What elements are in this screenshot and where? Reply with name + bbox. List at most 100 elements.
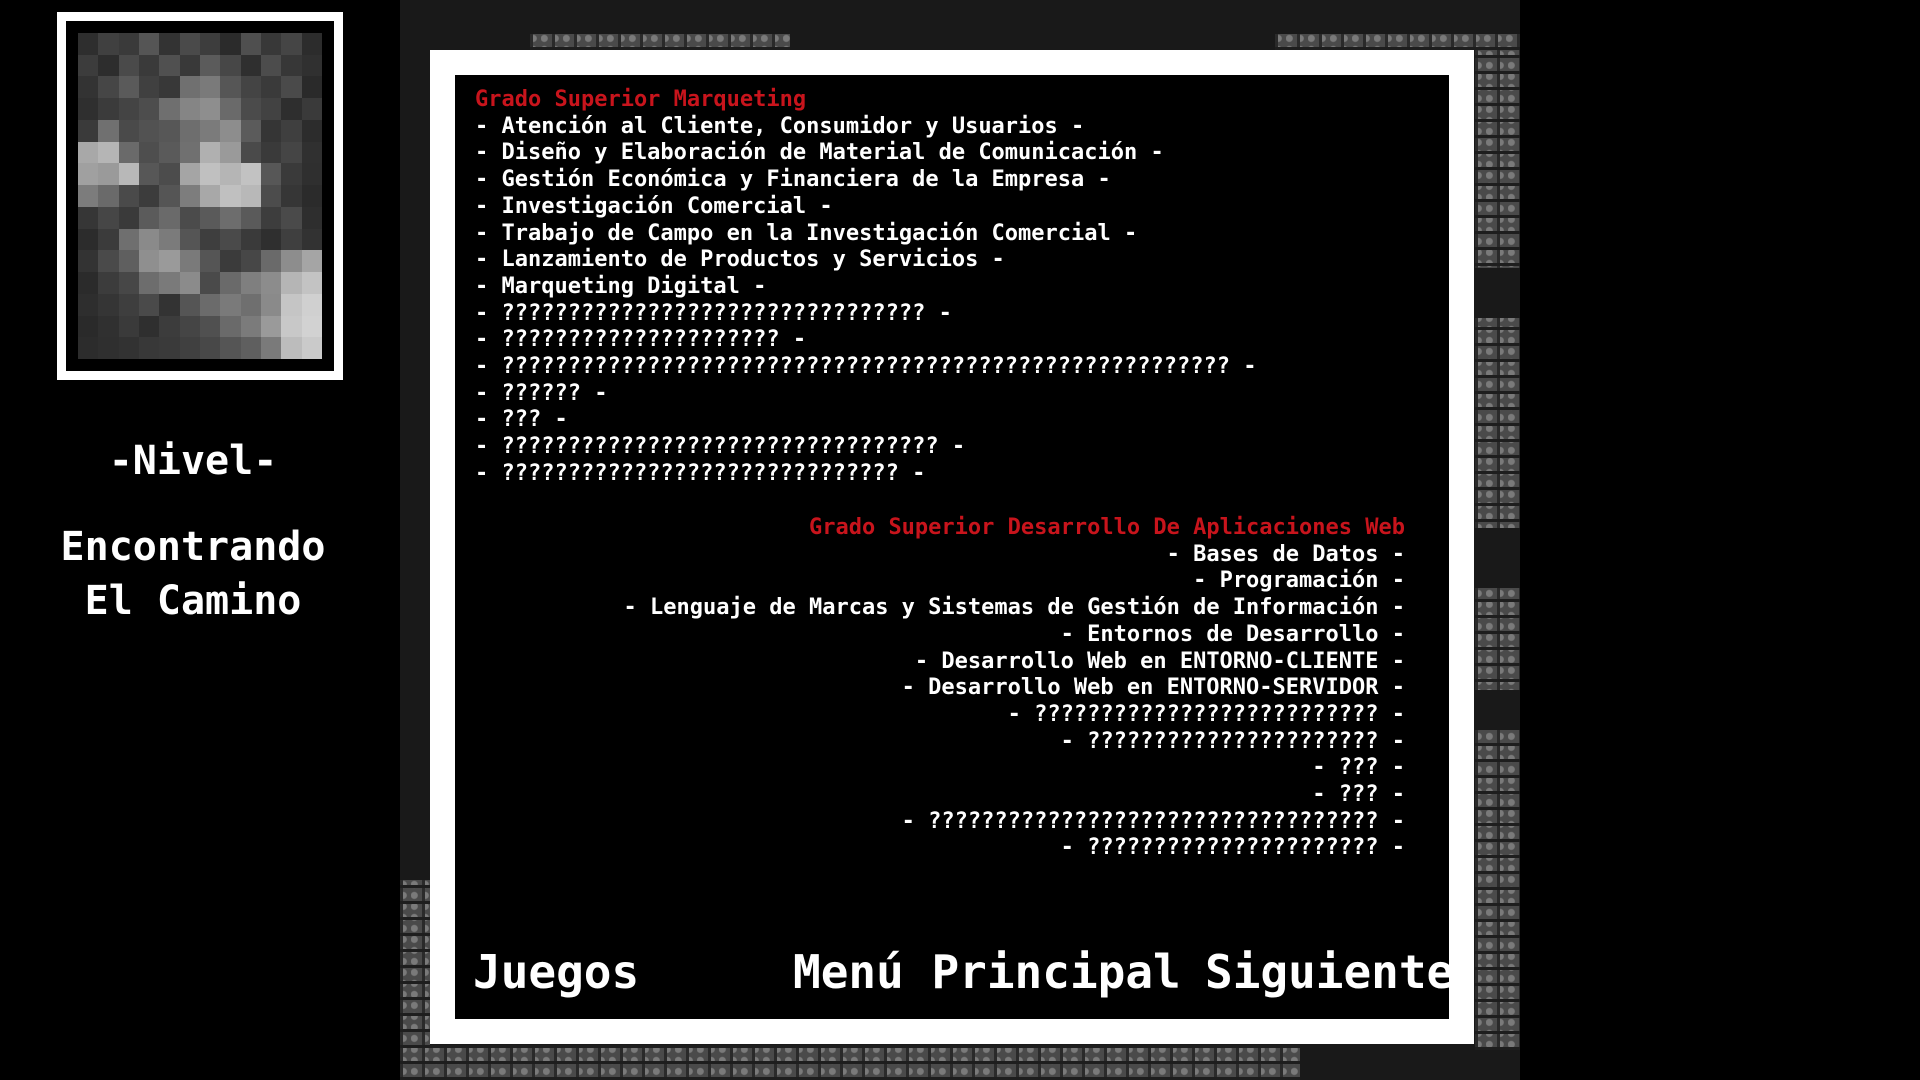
portrait-pixel [118,293,139,316]
course-section-marketing: Grado Superior Marqueting - Atención al … [475,87,1405,488]
portrait-pixel [301,163,322,186]
portrait-pixel [118,76,139,99]
portrait-pixel [301,98,322,120]
portrait-pixel [159,185,180,207]
level-portrait-frame [57,12,343,380]
portrait-pixel [98,141,119,164]
portrait-pixel [200,98,221,120]
portrait-pixel [179,315,200,338]
portrait-pixel [159,76,180,99]
portrait-pixel [281,228,302,251]
portrait-pixel [78,54,99,77]
portrait-pixel [200,206,221,229]
main-menu-button[interactable]: Menú Principal [793,945,1181,999]
stone-wall-top-right [1275,34,1520,50]
stone-wall-bottom [400,1045,1300,1080]
portrait-pixel [301,33,322,55]
portrait-pixel [118,185,139,207]
portrait-pixel [301,185,322,207]
portrait-pixel [200,76,221,99]
portrait-pixel [240,272,261,294]
portrait-pixel [179,185,200,207]
portrait-pixel [281,54,302,77]
portrait-pixel [200,272,221,294]
module-item-hidden: - ?????????????????????? - [1060,835,1405,861]
module-item: - Trabajo de Campo en la Investigación C… [475,220,1138,246]
module-item-hidden: - ????????????????????????????????? - [475,434,966,460]
module-item: - Atención al Cliente, Consumidor y Usua… [475,113,1085,139]
portrait-pixel [200,119,221,142]
portrait-pixel [159,141,180,164]
portrait-pixel [281,185,302,207]
portrait-pixel [281,76,302,99]
portrait-pixel [179,141,200,164]
portrait-pixel [179,337,200,359]
portrait-pixel [98,315,119,338]
portrait-pixel [159,315,180,338]
portrait-pixel [240,141,261,164]
portrait-pixel [240,228,261,251]
portrait-pixel [220,185,241,207]
portrait-pixel [118,119,139,142]
portrait-pixel [261,206,282,229]
portrait-pixel [220,54,241,77]
portrait-pixel [281,293,302,316]
portrait-pixel [179,54,200,77]
portrait-pixel [139,315,160,338]
portrait-pixel [98,293,119,316]
portrait-pixel [78,206,99,229]
portrait-pixel [281,141,302,164]
module-item: - Desarrollo Web en ENTORNO-CLIENTE - [914,648,1405,674]
portrait-pixel [118,141,139,164]
portrait-pixel [200,33,221,55]
course-info-dialog: Grado Superior Marqueting - Atención al … [430,50,1474,1044]
module-item: - Bases de Datos - [1166,541,1405,567]
next-button[interactable]: Siguiente [1205,945,1454,999]
portrait-pixel [139,98,160,120]
portrait-pixel [98,119,119,142]
portrait-pixel [118,228,139,251]
portrait-pixel [159,119,180,142]
module-item-hidden: - ??? - [1312,782,1405,808]
portrait-pixel [281,250,302,273]
module-item: - Programación - [1193,568,1405,594]
portrait-pixel [139,337,160,359]
portrait-pixel [179,163,200,186]
portrait-pixel [261,141,282,164]
portrait-pixel [220,98,241,120]
portrait-pixel [281,272,302,294]
level-portrait-image [78,33,322,359]
portrait-pixel [139,76,160,99]
module-item-hidden: - ?????????????????????????? - [1007,701,1405,727]
portrait-pixel [261,185,282,207]
module-item: - Gestión Económica y Financiera de la E… [475,167,1111,193]
module-item-hidden: - ????????????????????? - [475,327,807,353]
portrait-pixel [98,337,119,359]
portrait-pixel [78,337,99,359]
portrait-pixel [78,293,99,316]
module-item-hidden: - ???????????????????????????????? - [475,300,952,326]
games-button[interactable]: Juegos [473,945,639,999]
portrait-pixel [78,250,99,273]
portrait-pixel [281,98,302,120]
module-item: - Investigación Comercial - [475,193,833,219]
portrait-pixel [139,206,160,229]
portrait-pixel [301,337,322,359]
level-label: -Nivel- [108,438,278,484]
portrait-pixel [159,33,180,55]
portrait-pixel [179,33,200,55]
portrait-pixel [98,33,119,55]
portrait-pixel [98,76,119,99]
portrait-pixel [98,54,119,77]
module-item-hidden: - ??? - [475,407,568,433]
portrait-pixel [281,337,302,359]
portrait-pixel [240,76,261,99]
portrait-pixel [240,54,261,77]
portrait-pixel [200,250,221,273]
portrait-pixel [220,250,241,273]
portrait-pixel [98,206,119,229]
portrait-pixel [98,250,119,273]
portrait-pixel [301,293,322,316]
course-section-web-development: Grado Superior Desarrollo De Aplicacione… [475,515,1405,862]
portrait-pixel [220,33,241,55]
